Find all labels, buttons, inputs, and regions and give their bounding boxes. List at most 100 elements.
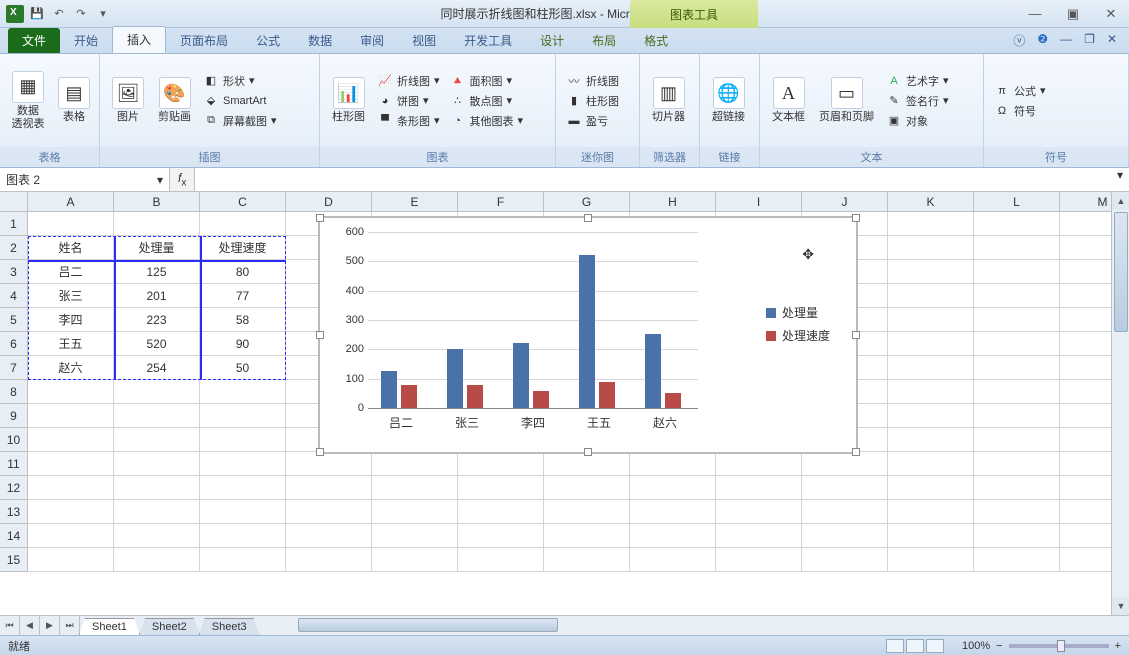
- cell[interactable]: [974, 404, 1060, 428]
- cell[interactable]: [200, 548, 286, 572]
- sheet-nav-next-icon[interactable]: ▶: [40, 616, 60, 635]
- legend-item[interactable]: 处理速度: [766, 327, 830, 344]
- cell[interactable]: [372, 452, 458, 476]
- formula-expand-icon[interactable]: ▾: [1111, 168, 1129, 191]
- sparkline-line-button[interactable]: 〰折线图: [564, 72, 621, 90]
- scroll-thumb[interactable]: [1114, 212, 1128, 332]
- chart-bar[interactable]: [645, 334, 661, 409]
- select-all-corner[interactable]: [0, 192, 28, 212]
- cell[interactable]: [458, 476, 544, 500]
- sparkline-winloss-button[interactable]: ▬盈亏: [564, 112, 621, 130]
- view-pagebreak-icon[interactable]: [926, 639, 944, 653]
- cell[interactable]: [114, 404, 200, 428]
- cell[interactable]: [630, 500, 716, 524]
- row-header[interactable]: 4: [0, 284, 28, 308]
- sheet-tab[interactable]: Sheet2: [139, 618, 200, 635]
- tab-dev[interactable]: 开发工具: [450, 28, 526, 53]
- row-header[interactable]: 8: [0, 380, 28, 404]
- cell[interactable]: [716, 476, 802, 500]
- cell[interactable]: 处理速度: [200, 236, 286, 260]
- cell[interactable]: [458, 524, 544, 548]
- cell[interactable]: [888, 332, 974, 356]
- cell[interactable]: [544, 476, 630, 500]
- tab-insert[interactable]: 插入: [112, 26, 166, 53]
- sheet-tab[interactable]: Sheet3: [199, 618, 260, 635]
- cell[interactable]: [888, 356, 974, 380]
- chart-bar[interactable]: [599, 382, 615, 408]
- cell[interactable]: 吕二: [28, 260, 114, 284]
- cell[interactable]: [630, 524, 716, 548]
- cell[interactable]: [114, 428, 200, 452]
- cell[interactable]: [286, 548, 372, 572]
- qat-customize-icon[interactable]: ▾: [94, 5, 112, 23]
- row-header[interactable]: 1: [0, 212, 28, 236]
- cell[interactable]: 赵六: [28, 356, 114, 380]
- cell[interactable]: [974, 548, 1060, 572]
- col-header[interactable]: E: [372, 192, 458, 212]
- picture-button[interactable]: 🖼图片: [108, 75, 148, 126]
- cell[interactable]: [372, 548, 458, 572]
- cell[interactable]: [114, 500, 200, 524]
- headerfooter-button[interactable]: ▭页眉和页脚: [815, 75, 878, 126]
- formula-input[interactable]: [195, 168, 1111, 191]
- row-header[interactable]: 2: [0, 236, 28, 260]
- cell[interactable]: [114, 548, 200, 572]
- chart-bar[interactable]: [579, 255, 595, 408]
- cell[interactable]: [200, 524, 286, 548]
- symbol-button[interactable]: Ω符号: [992, 102, 1048, 120]
- cell[interactable]: [28, 476, 114, 500]
- row-header[interactable]: 9: [0, 404, 28, 428]
- cell[interactable]: 223: [114, 308, 200, 332]
- tab-formulas[interactable]: 公式: [242, 28, 294, 53]
- cell[interactable]: [544, 548, 630, 572]
- cell[interactable]: [200, 404, 286, 428]
- horizontal-scrollbar[interactable]: [280, 616, 1129, 635]
- row-header[interactable]: 12: [0, 476, 28, 500]
- cell[interactable]: [888, 452, 974, 476]
- cell[interactable]: [974, 524, 1060, 548]
- cell[interactable]: [974, 356, 1060, 380]
- chart-bar[interactable]: [513, 343, 529, 408]
- bar-chart-button[interactable]: ▀条形图 ▾: [375, 112, 442, 130]
- cell[interactable]: [888, 524, 974, 548]
- cell[interactable]: [802, 452, 888, 476]
- object-button[interactable]: ▣对象: [884, 112, 951, 130]
- cell[interactable]: [888, 212, 974, 236]
- col-header[interactable]: C: [200, 192, 286, 212]
- col-header[interactable]: B: [114, 192, 200, 212]
- col-header[interactable]: H: [630, 192, 716, 212]
- cell[interactable]: 50: [200, 356, 286, 380]
- cell[interactable]: [114, 452, 200, 476]
- sheet-tab[interactable]: Sheet1: [79, 618, 140, 635]
- cell[interactable]: [458, 548, 544, 572]
- row-header[interactable]: 6: [0, 332, 28, 356]
- row-header[interactable]: 3: [0, 260, 28, 284]
- tab-format[interactable]: 格式: [630, 28, 682, 53]
- cell[interactable]: [28, 548, 114, 572]
- cell[interactable]: [372, 524, 458, 548]
- help-icon[interactable]: ❷: [1037, 32, 1048, 49]
- cell[interactable]: 254: [114, 356, 200, 380]
- cell[interactable]: 58: [200, 308, 286, 332]
- sheet-nav-first-icon[interactable]: ⏮: [0, 616, 20, 635]
- chart-bar[interactable]: [381, 371, 397, 408]
- cell[interactable]: [114, 380, 200, 404]
- zoom-in-icon[interactable]: +: [1115, 640, 1121, 652]
- cell[interactable]: [630, 548, 716, 572]
- zoom-level[interactable]: 100%: [962, 640, 990, 652]
- pivot-table-button[interactable]: ▦数据 透视表: [8, 69, 48, 133]
- cell[interactable]: [200, 428, 286, 452]
- row-header[interactable]: 7: [0, 356, 28, 380]
- cell[interactable]: 王五: [28, 332, 114, 356]
- cell[interactable]: [28, 428, 114, 452]
- wb-restore-icon[interactable]: ❐: [1084, 32, 1095, 49]
- legend-item[interactable]: 处理量: [766, 304, 830, 321]
- cell[interactable]: [974, 236, 1060, 260]
- sparkline-column-button[interactable]: ▮柱形图: [564, 92, 621, 110]
- cell[interactable]: [888, 380, 974, 404]
- area-chart-button[interactable]: 🔺面积图 ▾: [448, 72, 526, 90]
- cell[interactable]: [974, 212, 1060, 236]
- zoom-slider[interactable]: [1009, 644, 1109, 648]
- tab-file[interactable]: 文件: [8, 28, 60, 53]
- cell[interactable]: [286, 476, 372, 500]
